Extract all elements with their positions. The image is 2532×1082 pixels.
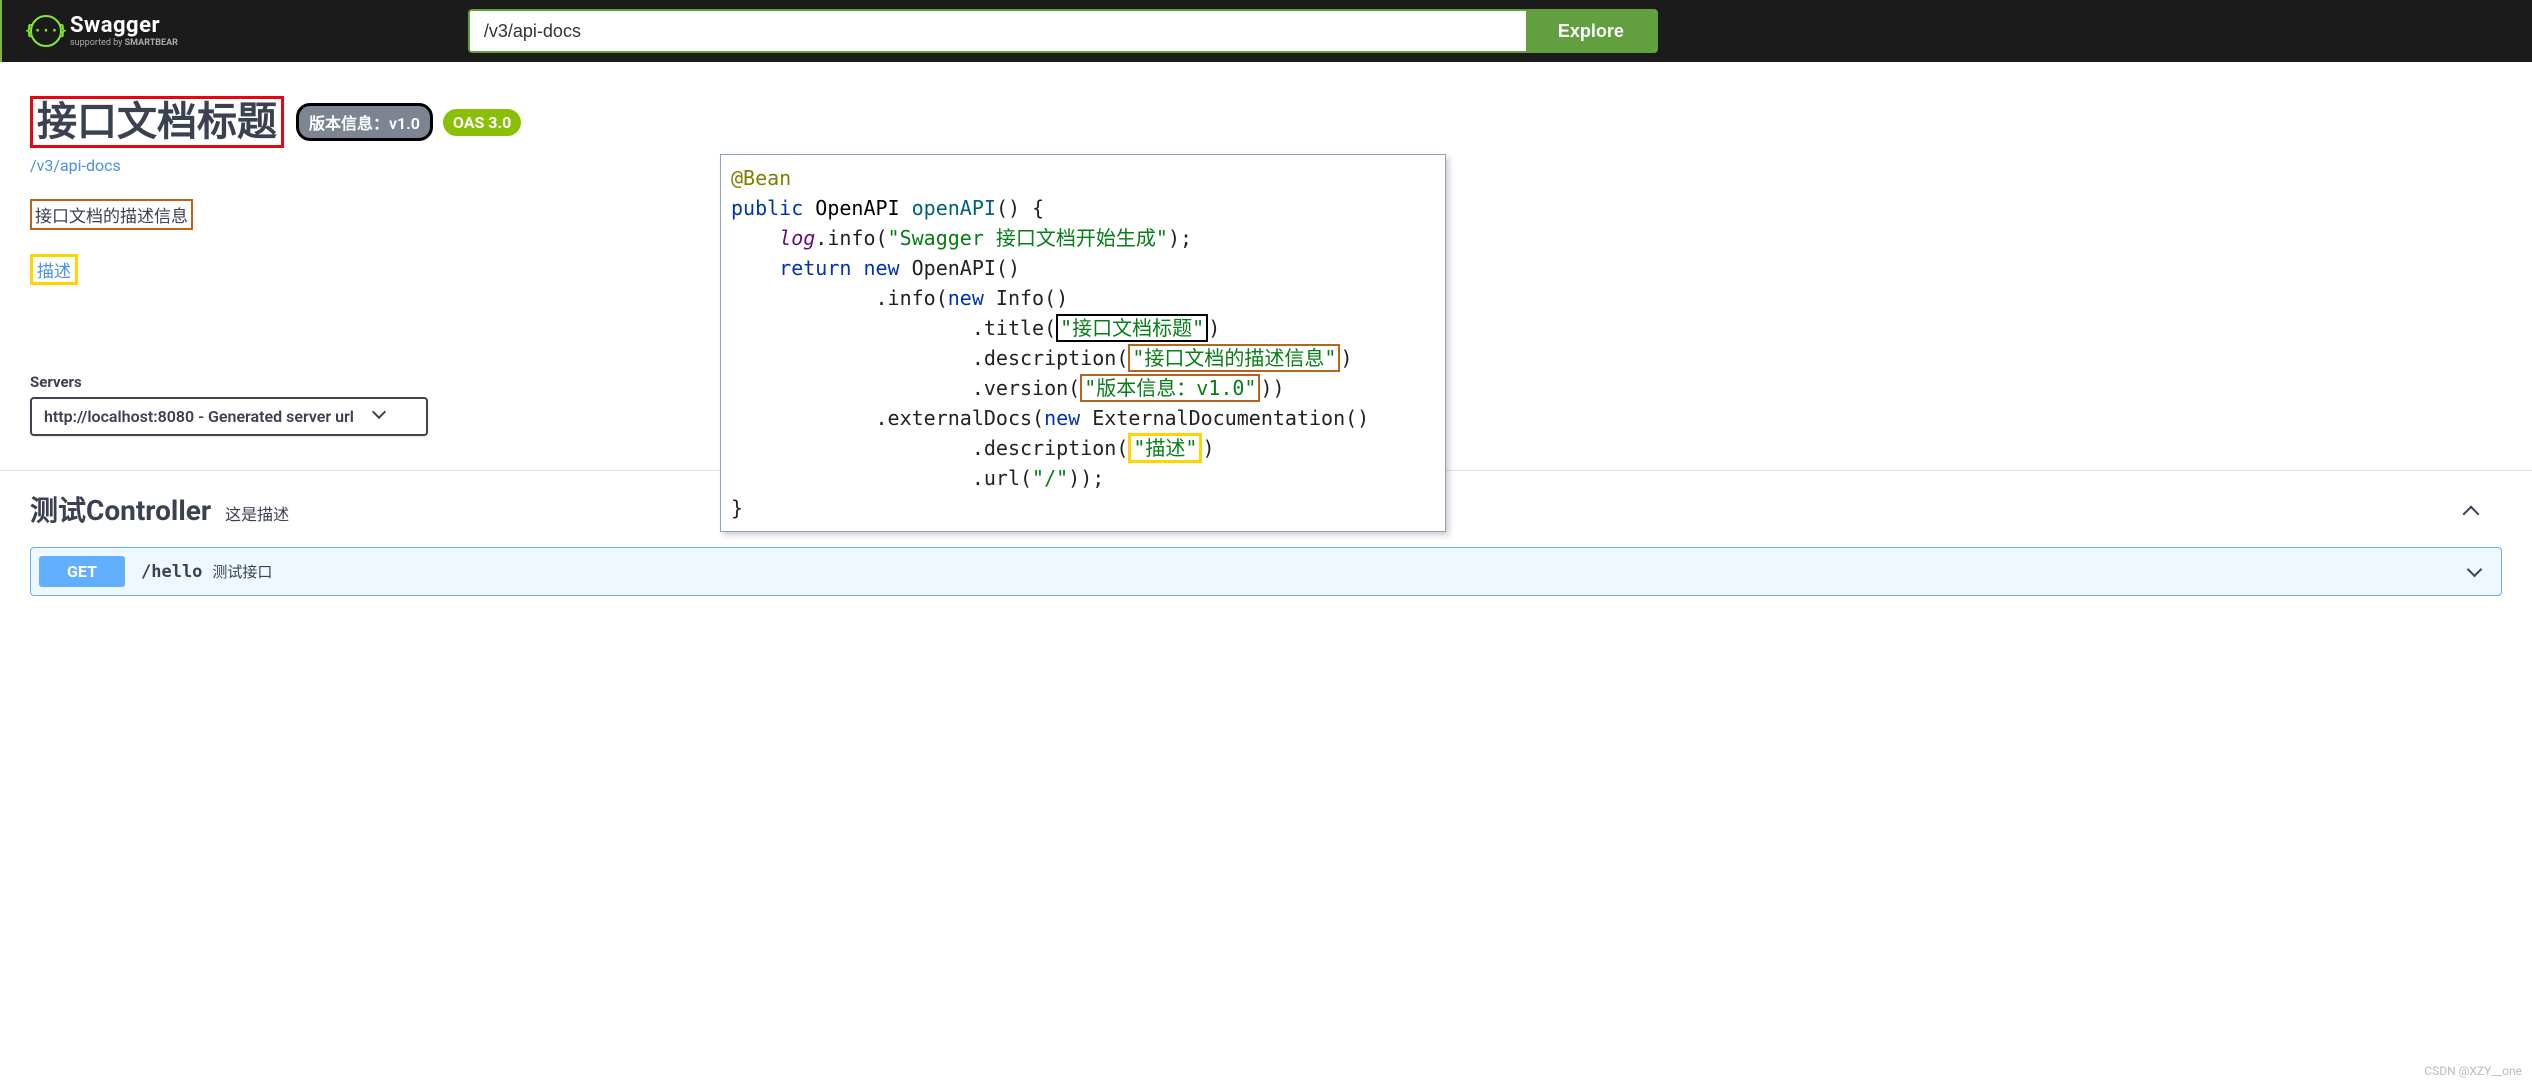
swagger-logo-text: Swagger supported by SMARTBEAR bbox=[70, 15, 178, 48]
chevron-up-icon bbox=[2460, 501, 2482, 523]
title-row: 接口文档标题 版本信息：v1.0 OAS 3.0 bbox=[30, 96, 2502, 148]
operation-row[interactable]: GET /hello 测试接口 bbox=[30, 547, 2502, 596]
chevron-down-icon bbox=[2469, 564, 2485, 580]
tag-name: 测试Controller bbox=[30, 489, 211, 529]
operation-summary: 测试接口 bbox=[212, 561, 272, 582]
spec-url-input[interactable] bbox=[470, 11, 1526, 51]
http-method-badge: GET bbox=[39, 556, 125, 587]
brand-title: Swagger bbox=[70, 15, 178, 37]
api-description: 接口文档的描述信息 bbox=[30, 199, 193, 230]
server-select[interactable]: http://localhost:8080 - Generated server… bbox=[30, 397, 428, 436]
swagger-logo: {···} Swagger supported by SMARTBEAR bbox=[30, 15, 178, 48]
version-badge: 版本信息：v1.0 bbox=[296, 103, 433, 141]
operation-path: /hello bbox=[141, 562, 202, 582]
explore-button[interactable]: Explore bbox=[1526, 11, 1656, 51]
watermark: CSDN @XZY__one bbox=[2424, 1064, 2522, 1078]
swagger-logo-icon: {···} bbox=[30, 15, 62, 47]
chevron-down-icon bbox=[374, 410, 388, 424]
brand-subtitle: supported by SMARTBEAR bbox=[70, 39, 178, 48]
server-selected-value: http://localhost:8080 - Generated server… bbox=[44, 407, 354, 426]
spec-search-wrap: Explore bbox=[468, 9, 1658, 53]
topbar: {···} Swagger supported by SMARTBEAR Exp… bbox=[0, 0, 2532, 62]
code-snippet-overlay: @Bean public OpenAPI openAPI() { log.inf… bbox=[720, 154, 1446, 532]
tag-description: 这是描述 bbox=[225, 501, 289, 525]
oas-badge: OAS 3.0 bbox=[443, 109, 521, 136]
api-title: 接口文档标题 bbox=[30, 96, 284, 148]
external-docs-link[interactable]: 描述 bbox=[30, 254, 78, 285]
